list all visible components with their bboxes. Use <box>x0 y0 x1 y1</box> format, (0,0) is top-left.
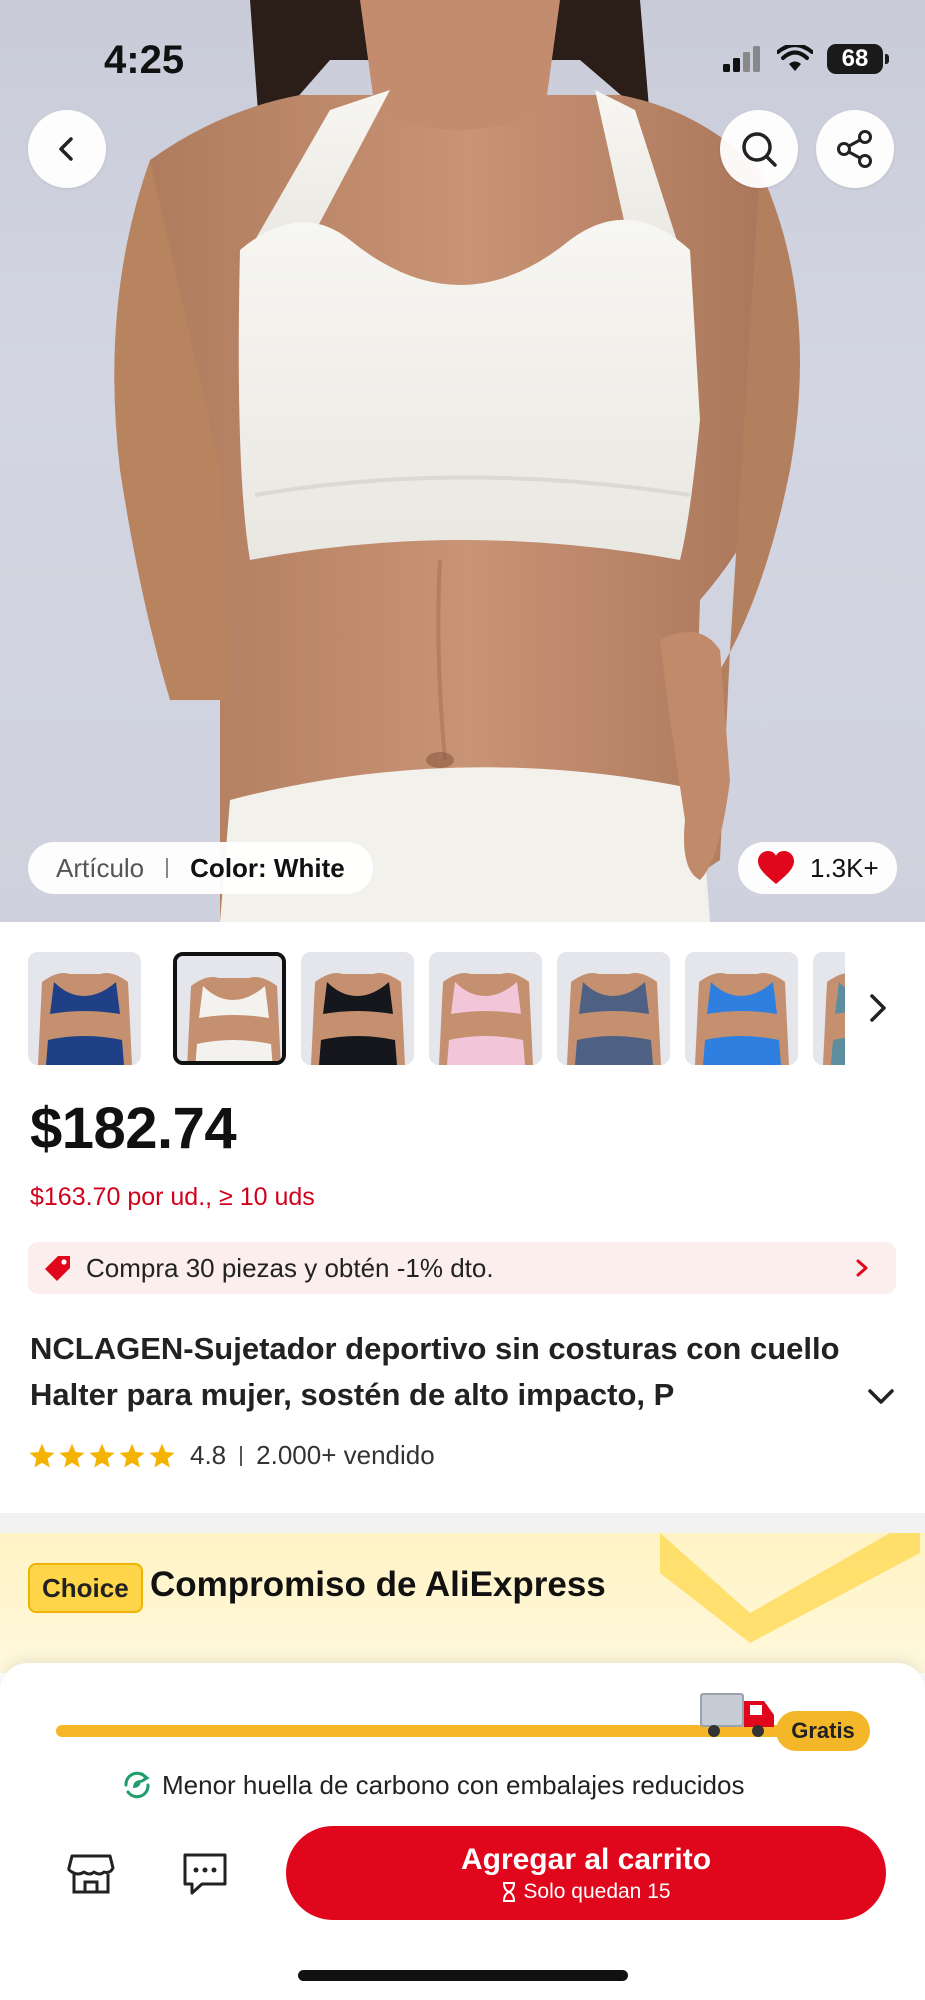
rating-row[interactable]: 4.8 2.000+ vendido <box>28 1440 435 1471</box>
wishlist-button[interactable]: 1.3K+ <box>738 842 897 894</box>
rating-divider <box>240 1445 243 1466</box>
thumbnail-strip <box>28 952 845 1065</box>
bottom-action-sheet: Gratis Menor huella de carbono con embal… <box>0 1663 925 2000</box>
add-to-cart-button[interactable]: Agregar al carrito Solo quedan 15 <box>286 1826 886 1920</box>
thumbnail-white[interactable] <box>173 952 286 1065</box>
thumbnail-pink[interactable] <box>429 952 542 1065</box>
thumbnail-image <box>557 952 670 1065</box>
thumbnail-image <box>685 952 798 1065</box>
search-button[interactable] <box>720 110 798 188</box>
star-icon <box>119 1443 145 1468</box>
tag-icon <box>45 1256 70 1281</box>
promo-banner[interactable]: Compra 30 piezas y obtén -1% dto. <box>28 1242 896 1294</box>
thumbnail-image <box>177 956 282 1061</box>
home-indicator[interactable] <box>298 1970 628 1981</box>
section-separator <box>0 1513 925 1533</box>
bulk-price: $163.70 por ud., ≥ 10 uds <box>30 1183 315 1211</box>
status-icons: 68 <box>723 44 889 74</box>
star-icon <box>89 1443 115 1468</box>
thumbnail-bright-blue[interactable] <box>685 952 798 1065</box>
choice-section[interactable]: Choice Compromiso de AliExpress <box>0 1533 925 1673</box>
eco-refresh-icon <box>124 1771 150 1799</box>
thumbnail-teal[interactable] <box>813 952 845 1065</box>
product-title[interactable]: NCLAGEN-Sujetador deportivo sin costuras… <box>30 1326 862 1418</box>
status-time: 4:25 <box>104 38 185 82</box>
eco-note: Menor huella de carbono con embalajes re… <box>120 1768 744 1802</box>
product-hero-image[interactable]: 4:25 68 Artículo Color: White 1.3K+ <box>0 0 925 922</box>
hourglass-icon <box>503 1882 516 1902</box>
stock-text: Solo quedan 15 <box>523 1880 671 1903</box>
truck-icon <box>700 1693 774 1737</box>
sold-count: 2.000+ vendido <box>256 1440 435 1470</box>
title-fade <box>810 1372 870 1418</box>
choice-title: Compromiso de AliExpress <box>150 1565 606 1604</box>
star-icon <box>59 1443 85 1468</box>
free-shipping-badge: Gratis <box>776 1711 870 1751</box>
choice-badge: Choice <box>28 1563 143 1613</box>
variant-pill[interactable]: Artículo Color: White <box>28 842 373 894</box>
heart-icon <box>758 851 794 884</box>
chat-icon <box>183 1853 227 1895</box>
store-icon <box>67 1854 115 1894</box>
chevron-left-icon <box>59 137 73 161</box>
choice-decoration <box>660 1533 920 1643</box>
thumbnail-navy[interactable] <box>28 952 141 1065</box>
rating-value: 4.8 <box>190 1440 227 1470</box>
share-button[interactable] <box>816 110 894 188</box>
signal-icon <box>723 46 760 72</box>
stock-note: Solo quedan 15 <box>501 1880 671 1904</box>
variant-label: Artículo <box>56 852 145 883</box>
chevron-right-icon <box>856 1259 868 1277</box>
thumbnail-image <box>28 952 141 1065</box>
eco-text: Menor huella de carbono con embalajes re… <box>162 1769 745 1800</box>
thumbnail-image <box>429 952 542 1065</box>
share-icon <box>837 130 872 168</box>
pill-divider <box>166 858 169 878</box>
battery-icon: 68 <box>827 44 889 74</box>
free-shipping-progress <box>56 1725 786 1737</box>
star-icon <box>29 1443 55 1468</box>
thumbnail-image <box>813 952 845 1065</box>
wishlist-count: 1.3K+ <box>810 852 879 883</box>
store-button[interactable] <box>56 1843 126 1903</box>
search-icon <box>742 132 777 167</box>
promo-text: Compra 30 piezas y obtén -1% dto. <box>86 1252 494 1283</box>
thumbnail-spacer <box>156 952 158 1065</box>
thumbnail-black[interactable] <box>301 952 414 1065</box>
add-to-cart-label: Agregar al carrito <box>460 1843 712 1876</box>
chat-button[interactable] <box>170 1843 240 1903</box>
wifi-icon <box>777 45 813 71</box>
back-button[interactable] <box>28 110 106 188</box>
thumbnail-slate-blue[interactable] <box>557 952 670 1065</box>
star-rating <box>28 1442 176 1470</box>
color-label: Color: White <box>190 852 345 883</box>
thumbnail-image <box>301 952 414 1065</box>
star-icon <box>149 1443 175 1468</box>
thumbnails-next-icon[interactable] <box>862 990 892 1026</box>
price: $182.74 <box>30 1096 237 1161</box>
chevron-down-icon[interactable] <box>864 1382 898 1412</box>
